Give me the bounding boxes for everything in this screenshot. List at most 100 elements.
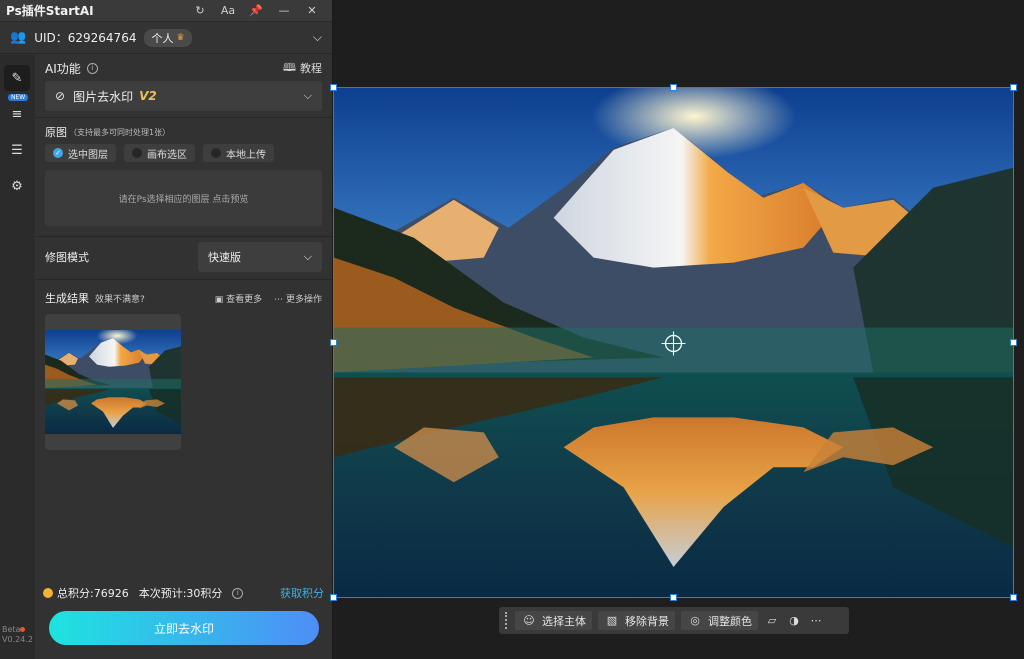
transform-icon[interactable]: ▱ [764,614,780,627]
source-note: （支持最多可同时处理1张） [69,127,171,137]
source-option-label: 画布选区 [147,149,187,161]
coin-icon [43,588,53,598]
sidebar-item-settings[interactable]: ⚙ [4,173,30,199]
mode-select-value: 快速版 [208,251,241,264]
adjust-color-label: 调整颜色 [708,614,752,628]
get-points-link[interactable]: 获取积分 [280,585,324,601]
crown-icon: ♛ [176,32,185,43]
chevron-down-icon: ⌵ [303,89,312,102]
remove-background-button[interactable]: ▧ 移除背景 [598,611,675,630]
more-icon: ⋯ [274,294,284,305]
radio-icon [132,148,142,158]
select-subject-button[interactable]: ☺ 选择主体 [515,611,592,630]
mode-select[interactable]: 快速版 ⌵ [198,242,322,272]
users-icon: 👥 [10,30,27,45]
source-option-canvas-selection[interactable]: 画布选区 [124,144,195,162]
new-tag: NEW [8,94,29,101]
update-dot [20,627,26,632]
result-thumbnail-card[interactable] [45,314,181,450]
landscape-image [334,88,1013,597]
source-option-label: 选中图层 [68,149,108,161]
pin-icon[interactable]: 📌 [242,4,270,17]
document-icon: ☰ [11,142,23,158]
user-bar[interactable]: 👥 UID：629264764 个人 ♛ ⌵ [0,22,332,54]
view-more-label: 查看更多 [226,294,263,305]
uid-text: UID：629264764 [34,31,137,45]
image-icon: ▧ [606,614,618,627]
resize-handle-tr[interactable] [1010,84,1017,91]
more-icon[interactable]: ⋯ [808,614,824,627]
chevron-down-icon: ⌵ [303,250,312,263]
font-size-icon[interactable]: Aa [214,4,242,17]
image-icon: ▣ [214,294,224,305]
minimize-icon[interactable]: — [270,4,298,17]
source-label: 原图 [45,126,67,139]
panel-sidebar: ✎ NEW ≡ ☰ ⚙ Beta V0.24.2 [0,55,35,659]
source-option-selected-layer[interactable]: ✓ 选中图层 [45,144,116,162]
function-version: V2 [139,89,157,103]
function-select[interactable]: ⊘ 图片去水印 V2 ⌵ [45,81,322,111]
plan-badge: 个人 ♛ [144,28,192,47]
check-icon: ✓ [53,148,63,158]
tutorial-label: 教程 [300,62,322,75]
gear-icon: ⚙ [11,178,23,194]
pencil-icon: ✎ [11,70,23,86]
resize-handle-bm[interactable] [670,594,677,601]
result-thumbnail [45,330,181,434]
points-row: 总积分:76926 本次预计:30积分 i 获取积分 [43,585,324,601]
contextual-taskbar: ☺ 选择主体 ▧ 移除背景 ◎ 调整颜色 ▱ ◑ ⋯ [499,607,849,634]
close-icon[interactable]: ✕ [298,4,326,17]
panel-titlebar: Ps插件StartAI ↻ Aa 📌 — ✕ [0,0,332,22]
divider [35,117,332,118]
resize-handle-bl[interactable] [330,594,337,601]
more-actions-label: 更多操作 [285,294,322,305]
select-subject-label: 选择主体 [542,614,586,628]
version-label: V0.24.2 [2,635,33,644]
source-options: ✓ 选中图层 画布选区 本地上传 [45,144,322,162]
no-watermark-icon: ⊘ [55,89,66,103]
chevron-down-icon[interactable]: ⌵ [313,30,322,45]
sidebar-item-document[interactable]: ☰ [4,137,30,163]
remove-background-label: 移除背景 [625,614,669,628]
resize-handle-br[interactable] [1010,594,1017,601]
resize-handle-ml[interactable] [330,339,337,346]
layers-icon: ≡ [11,106,23,122]
source-option-label: 本地上传 [226,149,266,161]
info-icon[interactable]: i [232,587,244,599]
results-label: 生成结果 [45,292,89,305]
tutorial-link[interactable]: 🕮 教程 [283,59,322,78]
source-preview-box[interactable]: 请在Ps选择相应的图层 点击预览 [45,170,322,226]
canvas-image-selection[interactable] [330,84,1017,601]
divider [35,236,332,237]
version-info: Beta V0.24.2 [2,625,33,645]
mode-label: 修图模式 [45,251,89,264]
more-actions-link[interactable]: ⋯ 更多操作 [274,292,322,305]
ai-function-label: AI功能 [45,61,81,76]
preview-hint: 请在Ps选择相应的图层 点击预览 [118,194,249,205]
startai-panel: Ps插件StartAI ↻ Aa 📌 — ✕ 👥 UID：629264764 个… [0,0,333,659]
palette-icon: ◎ [690,614,700,627]
refresh-icon[interactable]: ↻ [186,4,214,17]
resize-handle-tm[interactable] [670,84,677,91]
radio-icon [211,148,221,158]
panel-content: AI功能 i 🕮 教程 ⊘ 图片去水印 V2 ⌵ 原图 （支持最多可同时处理1张）… [35,55,332,659]
sidebar-item-layers[interactable]: NEW ≡ [4,94,30,127]
estimated-points: 本次预计:30积分 [138,587,223,600]
source-option-local-upload[interactable]: 本地上传 [203,144,274,162]
adjustment-icon[interactable]: ◑ [786,614,802,627]
plan-badge-label: 个人 [151,31,174,45]
resize-handle-mr[interactable] [1010,339,1017,346]
unsatisfied-link[interactable]: 效果不满意? [95,292,145,305]
adjust-color-button[interactable]: ◎ 调整颜色 [681,611,758,630]
drag-handle[interactable] [505,612,509,629]
remove-watermark-button[interactable]: 立即去水印 [49,611,319,645]
info-icon[interactable]: i [86,62,98,74]
resize-handle-tl[interactable] [330,84,337,91]
function-select-value: 图片去水印 [73,89,134,104]
panel-title: Ps插件StartAI [6,4,94,18]
person-icon: ☺ [523,614,535,627]
sidebar-item-edit[interactable]: ✎ [4,65,30,91]
book-icon: 🕮 [283,60,296,74]
total-points: 总积分:76926 [57,587,129,600]
view-more-link[interactable]: ▣ 查看更多 [215,292,262,305]
